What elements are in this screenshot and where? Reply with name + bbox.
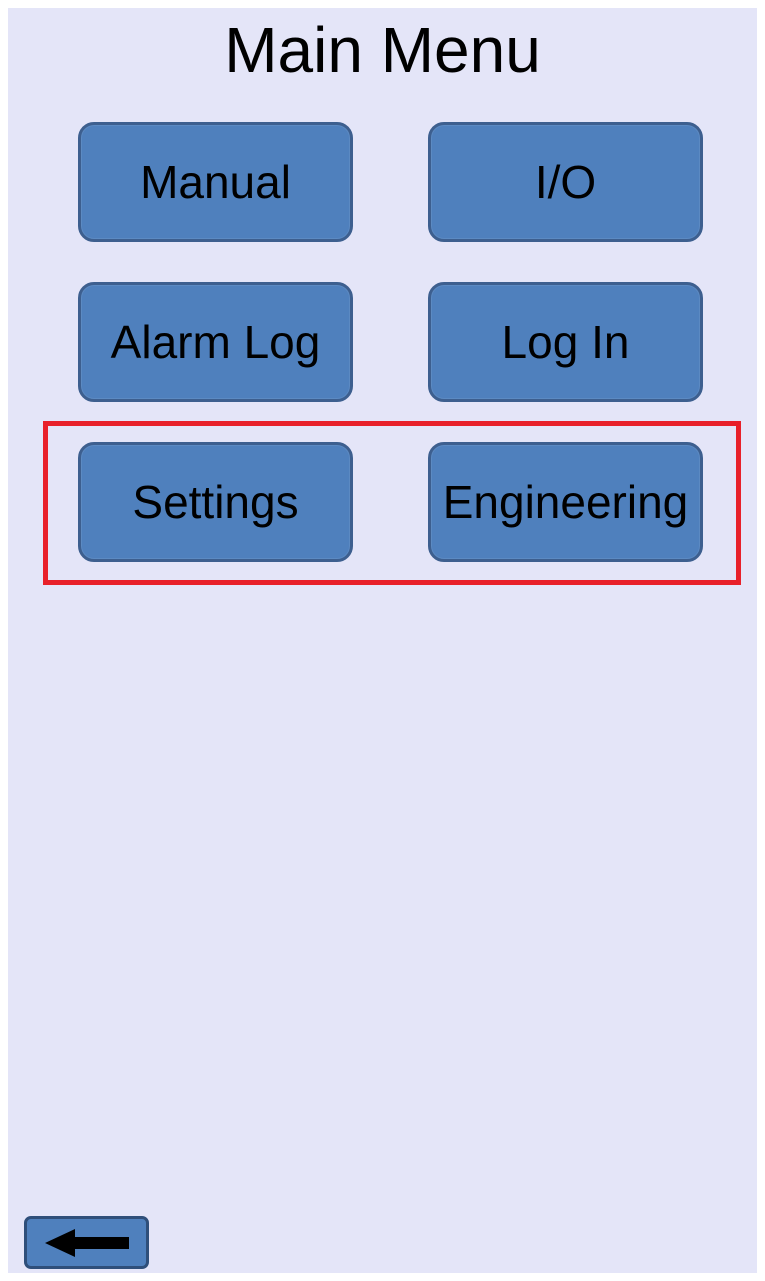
back-button[interactable]	[24, 1216, 149, 1269]
left-arrow-icon	[44, 1228, 129, 1257]
io-button[interactable]: I/O	[428, 122, 703, 242]
settings-button[interactable]: Settings	[78, 442, 353, 562]
manual-button[interactable]: Manual	[78, 122, 353, 242]
alarm-log-button[interactable]: Alarm Log	[78, 282, 353, 402]
log-in-button[interactable]: Log In	[428, 282, 703, 402]
engineering-button[interactable]: Engineering	[428, 442, 703, 562]
page-title: Main Menu	[224, 14, 541, 86]
